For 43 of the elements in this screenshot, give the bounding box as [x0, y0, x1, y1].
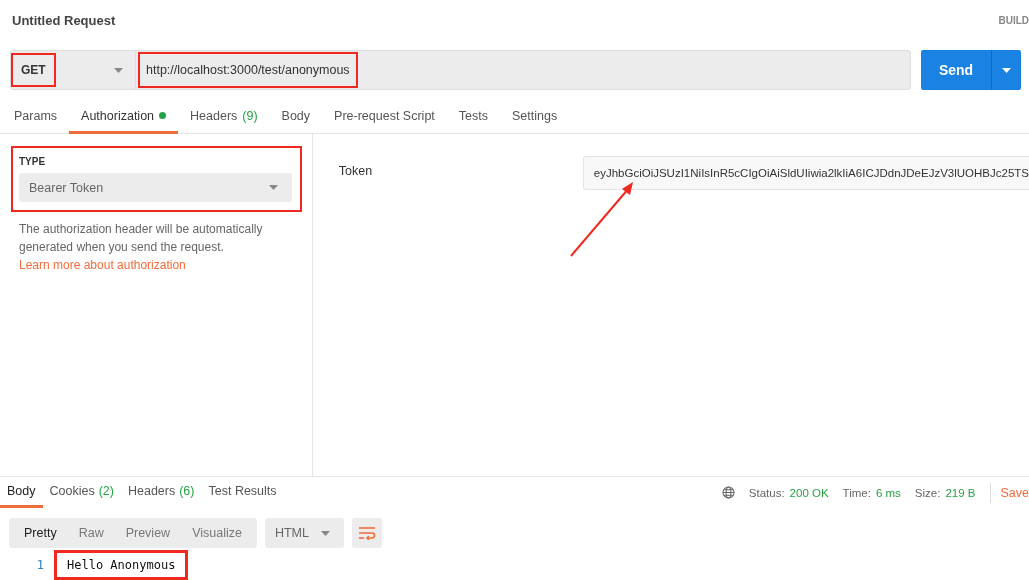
globe-icon[interactable] [721, 486, 735, 499]
response-tab[interactable]: Cookies (2) [42, 477, 121, 508]
view-mode-button[interactable]: Visualize [181, 518, 253, 548]
request-tab[interactable]: Body [269, 100, 323, 134]
request-tab[interactable]: Authorization [69, 100, 179, 134]
line-number: 1 [35, 558, 44, 572]
status-value: 6 ms [875, 486, 901, 499]
url-field[interactable]: http://localhost:3000/test/anonymous [138, 52, 358, 88]
help-text: The authorization header will be automatically generated when you send the request. Learn more about authorization [19, 221, 264, 274]
token-label: Token [338, 163, 374, 178]
build-label[interactable]: BUILD [998, 14, 1029, 26]
type-label: TYPE [19, 156, 47, 167]
format-dropdown[interactable]: HTML [264, 518, 344, 548]
response-tab[interactable]: Headers (6) [120, 477, 202, 508]
method-dropdown[interactable]: GET [11, 51, 136, 89]
caret-icon [268, 185, 278, 190]
tab-count: (6) [179, 484, 195, 498]
request-tab[interactable]: Pre-request Script [322, 100, 447, 134]
request-tab[interactable]: Tests [446, 100, 500, 134]
status-label: Size: [914, 486, 941, 499]
status-label: Time: [842, 486, 871, 499]
status-value: 219 B [945, 486, 976, 499]
view-mode-button[interactable]: Raw [67, 518, 115, 548]
request-tab[interactable]: Headers (9) [178, 100, 270, 134]
view-mode-button[interactable]: Pretty [13, 518, 68, 548]
view-mode-button[interactable]: Preview [114, 518, 182, 548]
caret-icon [320, 530, 330, 536]
request-tab[interactable]: Params [2, 100, 70, 134]
tab-count: (2) [98, 484, 114, 498]
auth-type-dropdown[interactable]: Bearer Token [19, 173, 292, 202]
caret-icon [1002, 67, 1011, 73]
tab-count: (9) [242, 108, 258, 123]
token-field[interactable]: eyJhbGciOiJSUzI1NiIsInR5cCIgOiAiSldUIiwia2lkIiA6ICJDdnJDeEJzV3lUOHBJc25TS [582, 156, 1029, 190]
response-tab[interactable]: Test Results [201, 477, 284, 508]
request-tab[interactable]: Settings [500, 100, 570, 134]
caret-icon [114, 67, 123, 73]
status-value: 200 OK [789, 486, 829, 499]
send-options-button[interactable] [991, 50, 1021, 90]
wrap-lines-button[interactable] [351, 518, 382, 548]
request-title: Untitled Request [12, 12, 116, 28]
wrap-icon [357, 526, 376, 540]
status-label: Status: [748, 486, 785, 499]
response-tab[interactable]: Body [0, 477, 43, 508]
